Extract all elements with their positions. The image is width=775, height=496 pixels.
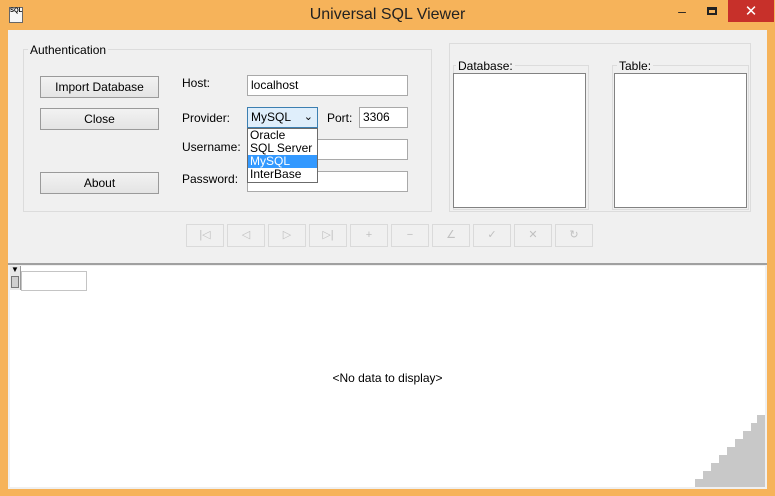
refresh-icon[interactable]: ↻ bbox=[555, 224, 593, 247]
close-button[interactable]: Close bbox=[40, 108, 159, 130]
data-grid[interactable]: ▼ <No data to display> bbox=[10, 266, 765, 487]
provider-selected-value: MySQL bbox=[251, 110, 292, 124]
delete-icon[interactable]: − bbox=[391, 224, 429, 247]
next-icon[interactable]: ▷ bbox=[268, 224, 306, 247]
cancel-icon[interactable]: ✕ bbox=[514, 224, 552, 247]
window-title: Universal SQL Viewer bbox=[309, 6, 466, 23]
size-grip-icon[interactable] bbox=[695, 415, 765, 487]
maximize-button[interactable] bbox=[698, 0, 726, 22]
table-label: Table: bbox=[617, 59, 654, 73]
provider-option-interbase[interactable]: InterBase bbox=[248, 168, 317, 181]
close-window-button[interactable]: ✕ bbox=[728, 0, 774, 22]
grid-indicator-column: ▼ bbox=[10, 266, 21, 290]
maximize-icon bbox=[707, 7, 717, 15]
port-input[interactable]: 3306 bbox=[359, 107, 408, 128]
authentication-group-label: Authentication bbox=[28, 43, 109, 57]
provider-dropdown-list: Oracle SQL Server MySQL InterBase bbox=[247, 128, 318, 183]
app-window: SQL Universal SQL Viewer – ✕ Authenticat… bbox=[0, 0, 775, 496]
client-area: Authentication Import Database Close Abo… bbox=[8, 30, 767, 489]
table-list[interactable] bbox=[614, 73, 747, 208]
database-list[interactable] bbox=[453, 73, 586, 208]
prior-icon[interactable]: ◁ bbox=[227, 224, 265, 247]
post-icon[interactable]: ✓ bbox=[473, 224, 511, 247]
chevron-down-icon[interactable]: ⌄ bbox=[304, 108, 313, 126]
first-icon[interactable]: |◁ bbox=[186, 224, 224, 247]
port-label: Port: bbox=[327, 111, 353, 125]
host-label: Host: bbox=[182, 76, 211, 90]
row-indicator[interactable] bbox=[11, 276, 19, 288]
minimize-button[interactable]: – bbox=[668, 0, 696, 22]
title-bar[interactable]: SQL Universal SQL Viewer – ✕ bbox=[0, 0, 775, 30]
provider-label: Provider: bbox=[182, 111, 231, 125]
about-button[interactable]: About bbox=[40, 172, 159, 194]
grid-empty-message: <No data to display> bbox=[332, 371, 443, 385]
splitter[interactable] bbox=[8, 263, 767, 265]
import-database-button[interactable]: Import Database bbox=[40, 76, 159, 98]
database-label: Database: bbox=[456, 59, 515, 73]
provider-select[interactable]: MySQL ⌄ bbox=[247, 107, 318, 128]
password-label: Password: bbox=[182, 172, 239, 186]
insert-icon[interactable]: + bbox=[350, 224, 388, 247]
host-input[interactable]: localhost bbox=[247, 75, 408, 96]
username-label: Username: bbox=[182, 140, 241, 154]
filter-icon[interactable]: ▼ bbox=[11, 266, 19, 274]
edit-icon[interactable]: ∠ bbox=[432, 224, 470, 247]
last-icon[interactable]: ▷| bbox=[309, 224, 347, 247]
grid-cell[interactable] bbox=[21, 271, 87, 291]
connection-panel: Authentication Import Database Close Abo… bbox=[8, 30, 767, 264]
